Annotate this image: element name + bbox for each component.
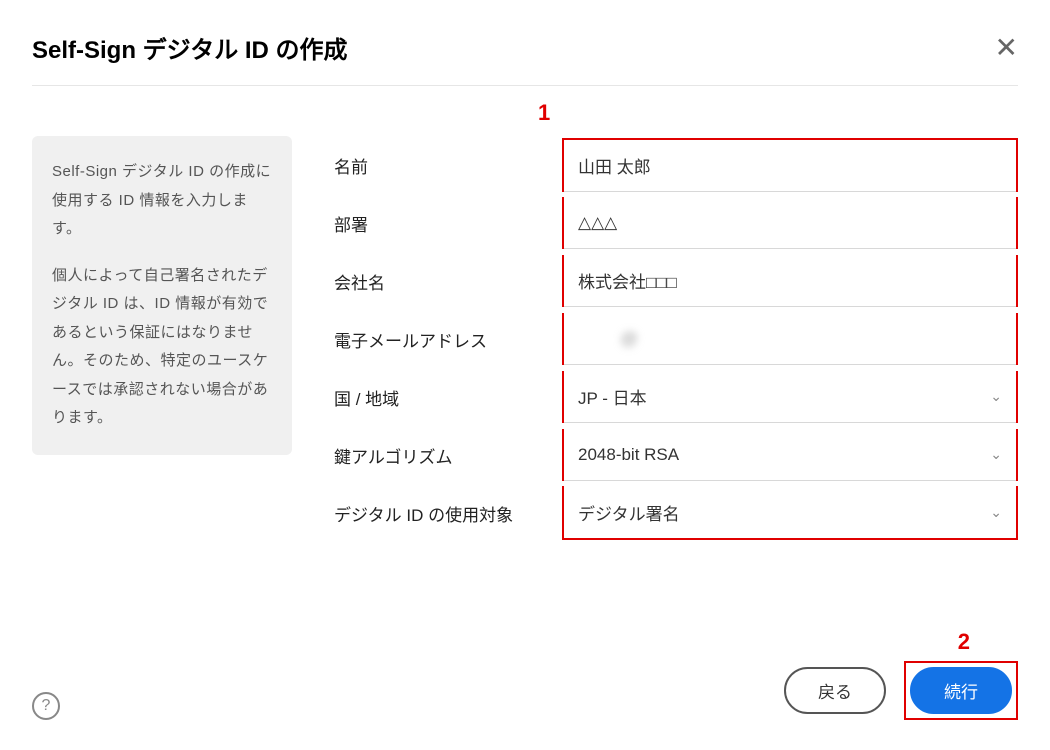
country-value: JP - 日本 [578,384,647,409]
dialog-footer: ? 2 戻る 続行 [32,661,1018,720]
help-icon[interactable]: ? [32,692,60,720]
label-algorithm: 鍵アルゴリズム [332,443,562,468]
department-field[interactable] [578,213,1002,233]
usage-select[interactable]: デジタル署名 ⌄ [564,486,1016,538]
dialog-header: Self-Sign デジタル ID の作成 ✕ [32,30,1018,86]
continue-highlight-box: 続行 [904,661,1018,720]
button-group: 2 戻る 続行 [784,661,1018,720]
label-country: 国 / 地域 [332,385,562,410]
form-row-country: 国 / 地域 JP - 日本 ⌄ [332,368,1018,426]
annotation-marker-1: 1 [538,100,550,126]
form-row-company: 会社名 [332,252,1018,310]
info-paragraph-2: 個人によって自己署名されたデジタル ID は、ID 情報が有効であるという保証に… [52,262,272,433]
chevron-down-icon: ⌄ [990,504,1002,521]
algorithm-select[interactable]: 2048-bit RSA ⌄ [564,429,1016,481]
form-row-algorithm: 鍵アルゴリズム 2048-bit RSA ⌄ [332,426,1018,484]
usage-value: デジタル署名 [578,500,680,525]
label-usage: デジタル ID の使用対象 [332,501,562,526]
back-button[interactable]: 戻る [784,667,886,714]
company-field[interactable] [578,271,1002,291]
label-email: 電子メールアドレス [332,327,562,352]
info-panel: Self-Sign デジタル ID の作成に使用する ID 情報を入力します。 … [32,136,292,455]
dialog-content: Self-Sign デジタル ID の作成に使用する ID 情報を入力します。 … [32,136,1018,542]
close-icon[interactable]: ✕ [995,34,1018,62]
label-department: 部署 [332,211,562,236]
label-company: 会社名 [332,269,562,294]
name-field[interactable] [578,156,1002,176]
algorithm-value: 2048-bit RSA [578,445,679,465]
chevron-down-icon: ⌄ [990,388,1002,405]
form-row-usage: デジタル ID の使用対象 デジタル署名 ⌄ [332,484,1018,542]
highlight-input-group [562,138,1018,192]
dialog-title: Self-Sign デジタル ID の作成 [32,30,348,65]
digital-id-dialog: Self-Sign デジタル ID の作成 ✕ Self-Sign デジタル I… [0,0,1050,572]
country-select[interactable]: JP - 日本 ⌄ [564,371,1016,423]
email-field[interactable] [578,329,1002,349]
info-paragraph-1: Self-Sign デジタル ID の作成に使用する ID 情報を入力します。 [52,158,272,244]
label-name: 名前 [332,153,562,178]
chevron-down-icon: ⌄ [990,446,1002,463]
form-area: 1 名前 部署 会社名 [332,136,1018,542]
form-row-name: 名前 [332,136,1018,194]
form-row-department: 部署 [332,194,1018,252]
continue-button[interactable]: 続行 [910,667,1012,714]
annotation-marker-2: 2 [958,629,970,655]
form-row-email: 電子メールアドレス [332,310,1018,368]
